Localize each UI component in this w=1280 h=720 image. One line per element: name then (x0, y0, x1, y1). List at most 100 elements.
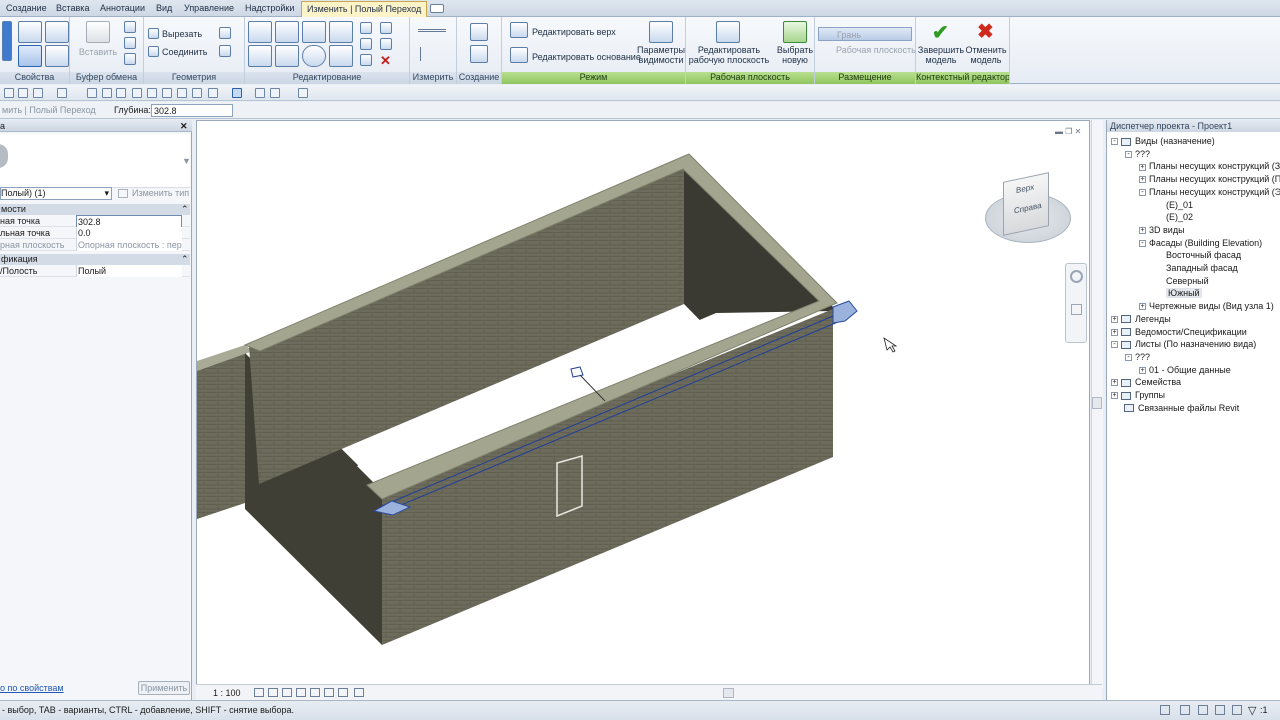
browser-tree-item[interactable]: + Чертежные виды (Вид узла 1) (1139, 301, 1274, 312)
create-similar-icon[interactable] (470, 45, 488, 63)
expand-icon[interactable]: + (1139, 176, 1146, 184)
detail-level-icon[interactable] (254, 688, 264, 697)
type-selector[interactable]: Полый) (1) ▾ (0, 187, 112, 200)
tab-insert[interactable]: Вставка (56, 3, 89, 13)
sun-path-icon[interactable] (282, 688, 292, 697)
zoom-icon[interactable] (1071, 304, 1082, 315)
tag-icon[interactable] (116, 88, 126, 98)
cut-geometry-label[interactable]: Вырезать (162, 29, 202, 39)
dimension-qat-icon[interactable] (102, 88, 112, 98)
finish-model-label-1[interactable]: Завершить (916, 45, 966, 55)
tab-modify-void-blend[interactable]: Изменить | Полый Переход (301, 1, 428, 17)
section-header-identity[interactable]: фикация (0, 254, 190, 265)
browser-tree-item[interactable]: +01 - Общие данные (1139, 365, 1231, 376)
browser-tree-item[interactable]: (E)_01 (1153, 200, 1193, 211)
select-pinned-icon[interactable] (1232, 705, 1242, 715)
measure-qat-icon[interactable] (87, 88, 97, 98)
browser-tree-item[interactable]: Северный (1153, 276, 1209, 287)
edit-workplane-label-2[interactable]: рабочую плоскость (688, 55, 770, 65)
browser-tree-item[interactable]: + Планы несущих конструкций (За (1139, 161, 1280, 172)
edit-workplane-label-1[interactable]: Редактировать (688, 45, 770, 55)
viewcube[interactable]: Верх Справа (1003, 172, 1049, 236)
expand-icon[interactable]: + (1139, 303, 1146, 311)
expand-icon[interactable]: + (1111, 392, 1118, 400)
model-canvas[interactable] (197, 121, 1091, 689)
tab-create[interactable]: Создание (6, 3, 47, 13)
browser-tree-item[interactable]: - Виды (назначение) (1111, 136, 1215, 147)
viewport-vertical-scrollbar[interactable] (1091, 120, 1103, 688)
wall-joins-icon[interactable] (219, 27, 231, 39)
modify-tool-icon[interactable] (2, 21, 12, 61)
lock-3d-icon[interactable] (354, 688, 364, 697)
browser-tree-item[interactable]: Западный фасад (1153, 263, 1238, 274)
collapse-icon[interactable]: - (1111, 138, 1118, 146)
shape-handle-arrow[interactable] (832, 300, 858, 324)
collapse-icon[interactable]: - (1139, 239, 1146, 247)
cut-clipboard-icon[interactable] (124, 21, 136, 33)
browser-tree-item[interactable]: +3D виды (1139, 225, 1185, 236)
view-scale[interactable]: 1 : 100 (213, 688, 241, 698)
section-header-constraints[interactable]: мости (0, 204, 190, 215)
apply-button[interactable]: Применить (138, 681, 190, 695)
depth-input[interactable]: 302.8 (151, 104, 233, 117)
family-types-icon[interactable] (45, 45, 69, 67)
delete-icon[interactable]: ✕ (380, 53, 391, 69)
expand-icon[interactable]: + (1139, 163, 1146, 171)
split-gap-icon[interactable] (380, 22, 392, 34)
crop-icon[interactable] (324, 688, 334, 697)
cancel-model-label-1[interactable]: Отменить (964, 45, 1008, 55)
edit-workplane-icon[interactable] (716, 21, 740, 43)
visibility-settings-label-2[interactable]: видимости (636, 55, 686, 65)
properties-help-link[interactable]: о по свойствам (0, 683, 64, 693)
visual-style-icon[interactable] (268, 688, 278, 697)
copy-element-icon[interactable] (275, 45, 299, 67)
pick-new-icon[interactable] (783, 21, 807, 43)
section-icon[interactable] (162, 88, 172, 98)
close-view-icon[interactable] (255, 88, 265, 98)
scale-icon[interactable] (380, 38, 392, 50)
paste-icon[interactable] (86, 21, 110, 43)
tab-manage[interactable]: Управление (184, 3, 234, 13)
property-value-input[interactable]: Полый (76, 265, 182, 277)
move-icon[interactable] (248, 45, 272, 67)
checkmark-icon[interactable]: ✔ (932, 20, 949, 45)
browser-tree-item[interactable]: - Листы (По назначению вида) (1111, 339, 1256, 350)
shadows-icon[interactable] (296, 688, 306, 697)
horizontal-scroll-thumb[interactable] (723, 688, 734, 698)
browser-tree-item[interactable]: Связанные файлы Revit (1111, 403, 1239, 414)
collapse-icon[interactable]: - (1111, 341, 1118, 349)
expand-icon[interactable]: + (1111, 328, 1118, 336)
collapse-icon[interactable]: ⌃ (181, 204, 189, 215)
expand-icon[interactable]: + (1111, 379, 1118, 387)
measure-icon[interactable] (418, 29, 446, 32)
browser-tree-item[interactable]: + Группы (1111, 390, 1165, 401)
placement-workplane-button[interactable]: Рабочая плоскость (818, 43, 916, 57)
undo-icon[interactable] (33, 88, 43, 98)
mirror-axis-icon[interactable] (302, 21, 326, 43)
viewcube-right-label[interactable]: Справа (1014, 201, 1042, 216)
browser-tree-item[interactable]: Восточный фасад (1153, 250, 1241, 261)
property-value-input[interactable]: 0.0 (76, 227, 182, 239)
match-type-icon[interactable] (124, 53, 136, 65)
rotate-icon[interactable] (302, 45, 326, 67)
split-element-icon[interactable] (360, 22, 372, 34)
cut-geometry-icon[interactable] (148, 28, 159, 39)
tab-addins[interactable]: Надстройки (245, 3, 294, 13)
browser-tree-item[interactable]: - Фасады (Building Elevation) (1139, 238, 1262, 249)
browser-tree-item[interactable]: + Планы несущих конструкций (П (1139, 174, 1280, 185)
copy-icon[interactable] (124, 37, 136, 49)
ribbon-minimize-button[interactable] (430, 4, 444, 13)
properties-icon[interactable] (18, 21, 42, 43)
render-icon[interactable] (310, 688, 320, 697)
browser-tree-item[interactable]: - Планы несущих конструкций (Э (1139, 187, 1280, 198)
select-underlay-icon[interactable] (1215, 705, 1225, 715)
browser-tree-item[interactable]: + Семейства (1111, 377, 1181, 388)
browser-tree-item[interactable]: + Ведомости/Спецификации (1111, 327, 1247, 338)
mirror-draw-icon[interactable] (329, 21, 353, 43)
default-3d-icon[interactable] (147, 88, 157, 98)
close-hidden-icon[interactable] (192, 88, 202, 98)
3d-viewport[interactable]: ▬ ❐ ✕ Верх Справа (196, 120, 1090, 688)
edit-type-button[interactable]: Изменить тип (132, 188, 189, 198)
edit-base-icon[interactable] (510, 47, 528, 63)
browser-tree-item[interactable]: -??? (1125, 149, 1150, 160)
